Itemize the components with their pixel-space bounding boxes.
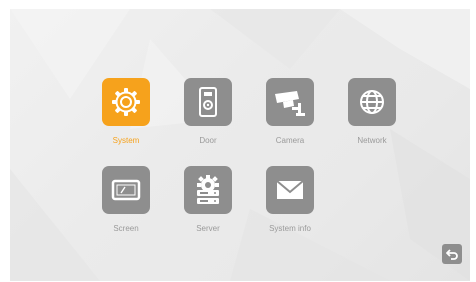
menu-item-system-tile (102, 78, 150, 126)
menu-item-label: Network (357, 136, 387, 145)
menu-item-label: Server (196, 224, 220, 233)
menu-item-door[interactable]: Door (178, 78, 238, 156)
menu-item-label: Screen (113, 224, 139, 233)
envelope-icon (276, 180, 304, 199)
menu-item-network-tile (348, 78, 396, 126)
menu-item-camera-tile (266, 78, 314, 126)
menu-item-network[interactable]: Network (342, 78, 402, 156)
menu-item-label: System info (269, 224, 311, 233)
server-gear-icon (197, 175, 219, 204)
menu-grid: System Door Camera Network Screen Server… (96, 78, 436, 253)
menu-item-system[interactable]: System (96, 78, 156, 156)
menu-item-door-tile (184, 78, 232, 126)
menu-item-label: System (112, 136, 140, 145)
back-arrow-icon (446, 249, 458, 260)
menu-item-system-info-tile (266, 166, 314, 214)
menu-item-label: Door (199, 136, 217, 145)
back-button[interactable] (442, 244, 462, 264)
menu-item-screen-tile (102, 166, 150, 214)
door-station-icon (199, 87, 217, 117)
cctv-camera-icon (275, 91, 305, 116)
menu-item-camera[interactable]: Camera (260, 78, 320, 156)
menu-screen: System Door Camera Network Screen Server… (10, 9, 470, 281)
menu-item-screen[interactable]: Screen (96, 166, 156, 244)
screen-icon (111, 179, 141, 201)
menu-item-server[interactable]: Server (178, 166, 238, 244)
menu-item-label: Camera (275, 136, 305, 145)
gear-icon (112, 88, 140, 116)
globe-icon (360, 90, 384, 114)
menu-item-system-info[interactable]: System info (260, 166, 320, 244)
menu-item-server-tile (184, 166, 232, 214)
